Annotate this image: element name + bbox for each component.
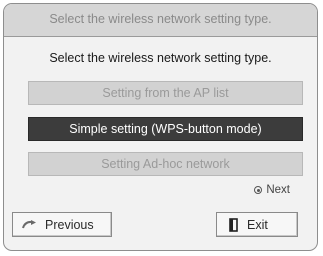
option-label: Simple setting (WPS-button mode) [69, 122, 262, 136]
previous-label: Previous [45, 217, 94, 232]
option-label: Setting from the AP list [102, 86, 229, 100]
exit-button[interactable]: Exit [216, 212, 298, 237]
option-wps-button[interactable]: Simple setting (WPS-button mode) [28, 117, 303, 141]
wireless-setting-dialog: Select the wireless network setting type… [3, 3, 318, 251]
option-ad-hoc[interactable]: Setting Ad-hoc network [28, 152, 303, 176]
next-label: Next [266, 184, 290, 196]
title-bar: Select the wireless network setting type… [4, 4, 317, 37]
option-ap-list[interactable]: Setting from the AP list [28, 81, 303, 105]
ok-button-icon [254, 186, 263, 194]
next-hint: Next [254, 184, 290, 196]
option-label: Setting Ad-hoc network [101, 157, 230, 171]
previous-button[interactable]: Previous [12, 212, 112, 237]
back-arrow-icon [22, 219, 36, 228]
prompt-text: Select the wireless network setting type… [49, 51, 272, 65]
exit-door-icon [229, 217, 238, 232]
dialog-title: Select the wireless network setting type… [49, 12, 272, 26]
exit-label: Exit [247, 217, 268, 232]
